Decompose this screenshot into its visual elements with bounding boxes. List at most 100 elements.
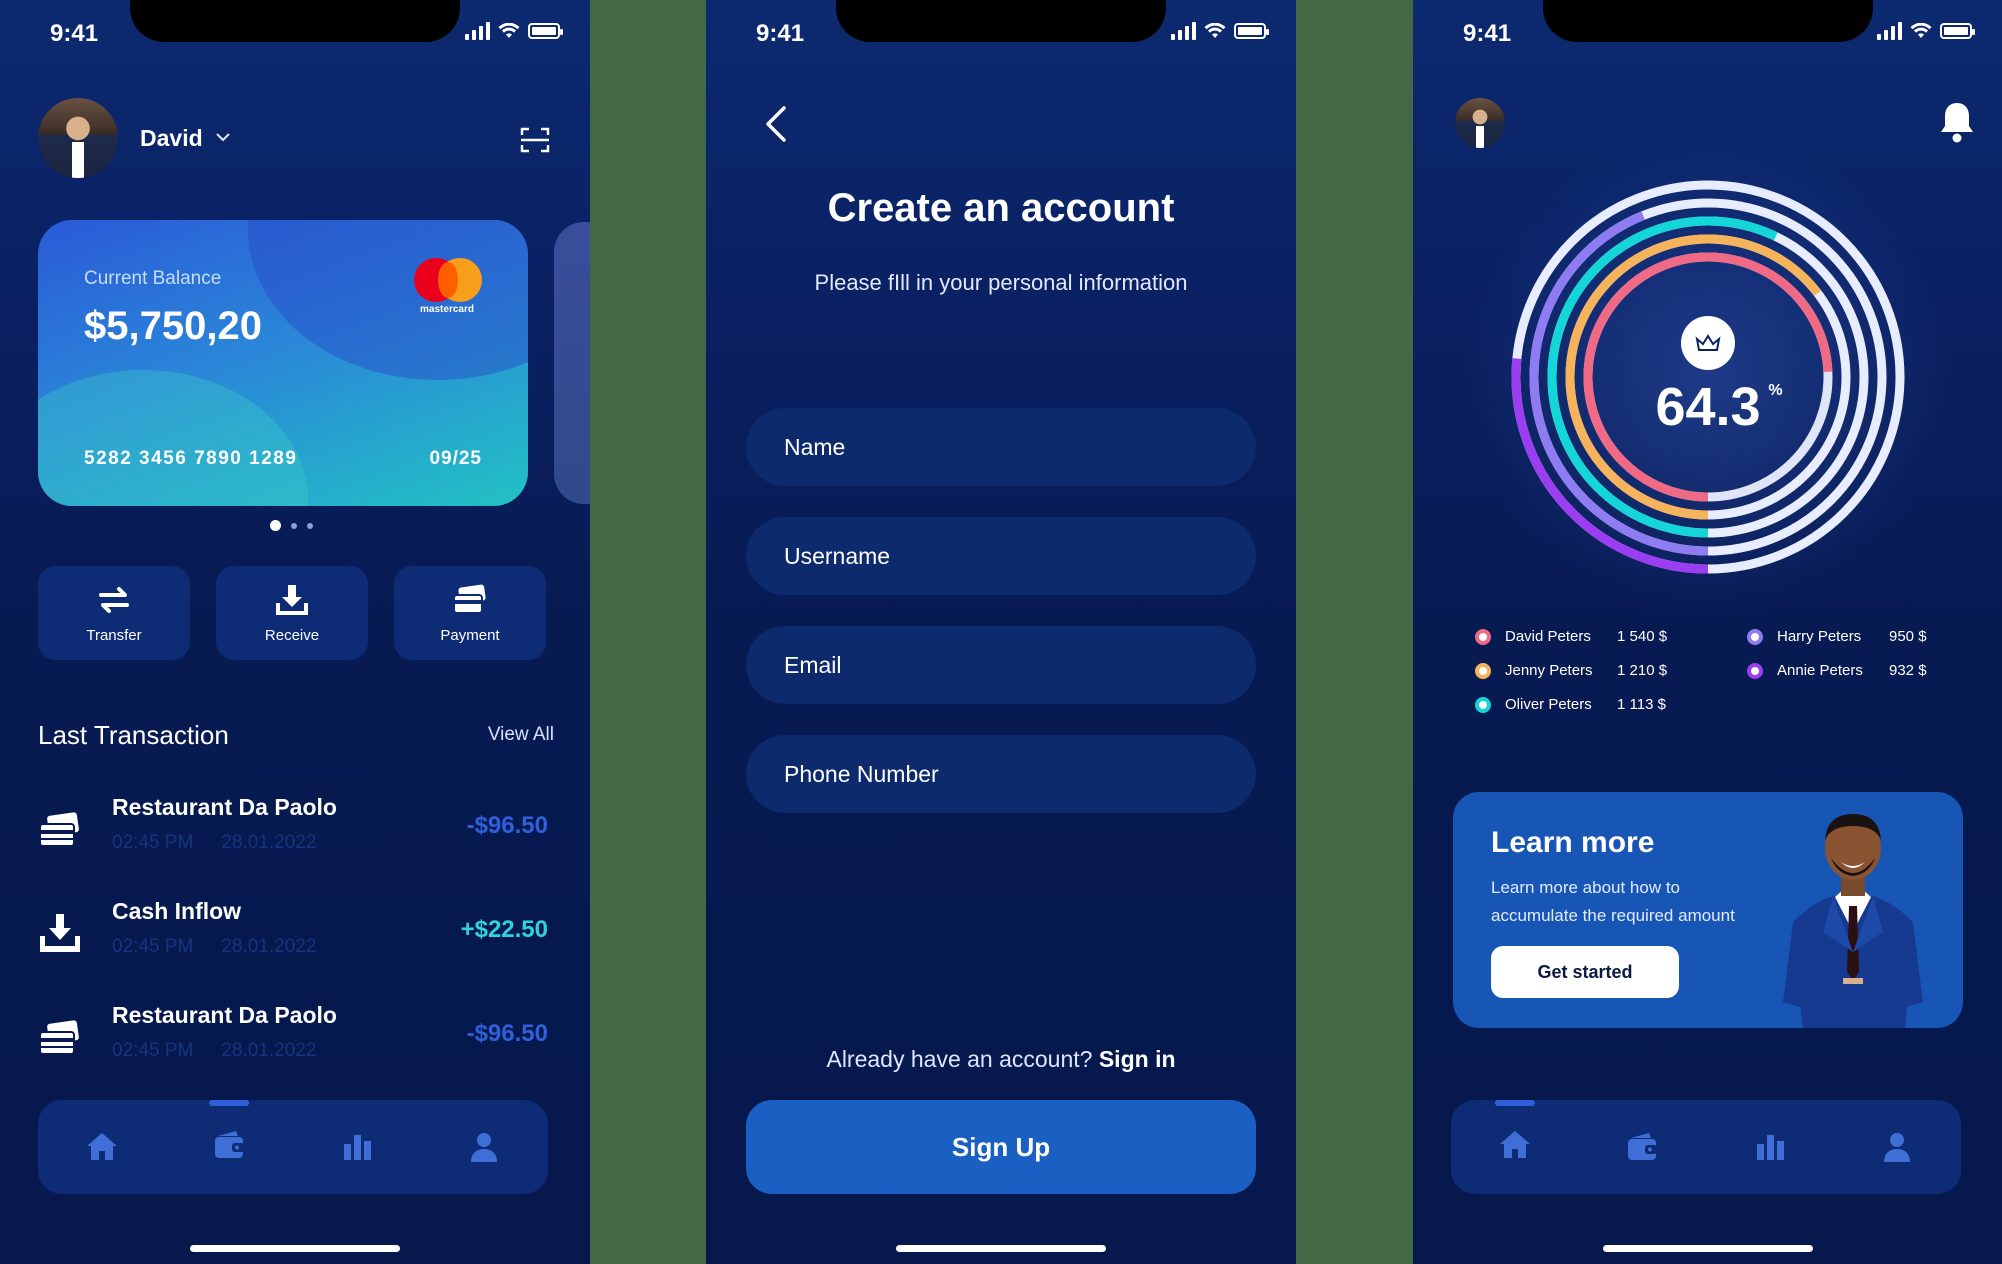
- active-indicator: [209, 1099, 250, 1106]
- wifi-icon: [1204, 23, 1226, 38]
- legend-dot: [1475, 696, 1491, 713]
- signal-icon: [1877, 22, 1902, 40]
- status-time: 9:41: [1463, 20, 1512, 47]
- wifi-icon: [1910, 23, 1932, 38]
- card-number: 5282 3456 7890 1289: [84, 448, 298, 469]
- home-icon[interactable]: [85, 1130, 119, 1164]
- transfer-icon: [99, 586, 129, 613]
- legend-item: David Peters 1 540 $: [1475, 628, 1677, 645]
- home-indicator: [1602, 1245, 1813, 1252]
- nav-home[interactable]: [1494, 1099, 1535, 1167]
- view-all-link[interactable]: View All: [488, 724, 554, 746]
- legend-item: Oliver Peters 1 113 $: [1475, 696, 1677, 713]
- receive-button[interactable]: Receive: [216, 566, 368, 660]
- status-icons: [465, 22, 563, 40]
- name-input[interactable]: [784, 433, 1256, 461]
- next-card-peek[interactable]: [554, 222, 590, 504]
- user-switcher[interactable]: David: [38, 98, 231, 178]
- nav-wallet[interactable]: [209, 1099, 250, 1167]
- stats-icon[interactable]: [340, 1130, 374, 1164]
- transaction-row[interactable]: Restaurant Da Paolo 02:45 PM 28.01.2022 -…: [38, 998, 548, 1078]
- email-input[interactable]: [784, 651, 1256, 679]
- legend-item: Harry Peters 950 $: [1747, 628, 1949, 645]
- avatar[interactable]: [1455, 98, 1505, 148]
- legend-item: Jenny Peters 1 210 $: [1475, 662, 1677, 679]
- transfer-button[interactable]: Transfer: [38, 566, 190, 660]
- transaction-amount: +$22.50: [460, 916, 548, 943]
- phone-input[interactable]: [784, 760, 1256, 788]
- carousel-dot[interactable]: [307, 522, 313, 529]
- name-field[interactable]: [746, 408, 1256, 486]
- battery-icon: [528, 23, 563, 39]
- signal-icon: [1171, 22, 1196, 40]
- legend-name: Annie Peters: [1777, 662, 1863, 679]
- transaction-time: 02:45 PM: [112, 832, 194, 853]
- receive-icon: [40, 914, 80, 952]
- phone-field[interactable]: [746, 735, 1256, 813]
- transaction-amount: -$96.50: [466, 1020, 548, 1047]
- card-icon: [39, 812, 79, 847]
- scan-icon[interactable]: [520, 126, 550, 154]
- card-label: Current Balance: [84, 268, 222, 289]
- bell-icon[interactable]: [1938, 100, 1976, 144]
- back-arrow-icon[interactable]: [762, 104, 790, 144]
- profile-icon[interactable]: [1880, 1130, 1914, 1164]
- email-field[interactable]: [746, 626, 1256, 704]
- legend-item: Annie Peters 932 $: [1747, 662, 1949, 679]
- home-indicator: [190, 1245, 400, 1252]
- learn-description: Learn more about how to accumulate the r…: [1491, 878, 1735, 925]
- transaction-time: 02:45 PM: [112, 1040, 194, 1061]
- section-title: Last Transaction: [38, 720, 229, 750]
- percent-value: 64.3%: [1655, 377, 1783, 437]
- carousel-dot[interactable]: [291, 522, 297, 529]
- legend-name: Oliver Peters: [1505, 696, 1592, 713]
- transaction-time: 02:45 PM: [112, 936, 194, 957]
- legend-value: 1 210 $: [1617, 662, 1668, 679]
- transaction-row[interactable]: Restaurant Da Paolo 02:45 PM 28.01.2022 -…: [38, 790, 548, 870]
- card-balance: $5,750,20: [84, 304, 262, 348]
- signup-screen: 9:41 Create an account Please fIll in yo…: [706, 0, 1296, 1264]
- signin-prompt: Already have an account? Sign in: [706, 1046, 1296, 1073]
- stats-icon[interactable]: [1753, 1130, 1787, 1164]
- carousel-dot[interactable]: [270, 520, 281, 531]
- profile-icon[interactable]: [467, 1130, 501, 1164]
- mastercard-logo: mastercard: [410, 258, 484, 315]
- wifi-icon: [498, 23, 520, 38]
- legend-value: 932 $: [1889, 662, 1927, 679]
- legend-dot: [1747, 662, 1763, 679]
- user-name: David: [140, 124, 203, 151]
- legend-name: Jenny Peters: [1505, 662, 1593, 679]
- wallet-icon[interactable]: [1625, 1130, 1659, 1164]
- card-expiry: 09/25: [429, 448, 482, 469]
- rings-center: 64.3%: [1503, 172, 1913, 582]
- payment-button[interactable]: Payment: [394, 566, 546, 660]
- home-icon: [1499, 1130, 1530, 1158]
- balance-card[interactable]: Current Balance $5,750,20 mastercard 528…: [38, 220, 528, 506]
- signin-link[interactable]: Sign in: [1099, 1046, 1176, 1072]
- sign-up-button[interactable]: Sign Up: [746, 1100, 1256, 1194]
- receive-icon: [276, 584, 308, 615]
- bottom-nav: [38, 1099, 548, 1194]
- wallet-icon: [215, 1130, 245, 1158]
- status-time: 9:41: [756, 20, 805, 47]
- status-time: 9:41: [50, 20, 99, 47]
- learn-more-card: Learn more Learn more about how to accum…: [1453, 792, 1963, 1028]
- legend-dot: [1747, 628, 1763, 645]
- learn-title: Learn more: [1491, 826, 1655, 859]
- quick-actions: Transfer Receive Payment: [38, 566, 546, 660]
- get-started-button[interactable]: Get started: [1491, 946, 1679, 998]
- card-icon: [39, 1020, 79, 1055]
- status-icons: [1171, 22, 1269, 40]
- page-title: Create an account: [827, 186, 1175, 230]
- progress-rings: 64.3%: [1463, 132, 1953, 622]
- username-input[interactable]: [784, 542, 1256, 570]
- crown-icon: [1681, 316, 1735, 370]
- carousel-dots[interactable]: [270, 520, 313, 531]
- username-field[interactable]: [746, 517, 1256, 595]
- transaction-name: Cash Inflow: [112, 898, 242, 924]
- battery-icon: [1940, 23, 1975, 39]
- legend-value: 1 540 $: [1617, 628, 1668, 645]
- notch: [836, 0, 1166, 42]
- battery-icon: [1234, 23, 1269, 39]
- transaction-row[interactable]: Cash Inflow 02:45 PM 28.01.2022 +$22.50: [38, 894, 548, 974]
